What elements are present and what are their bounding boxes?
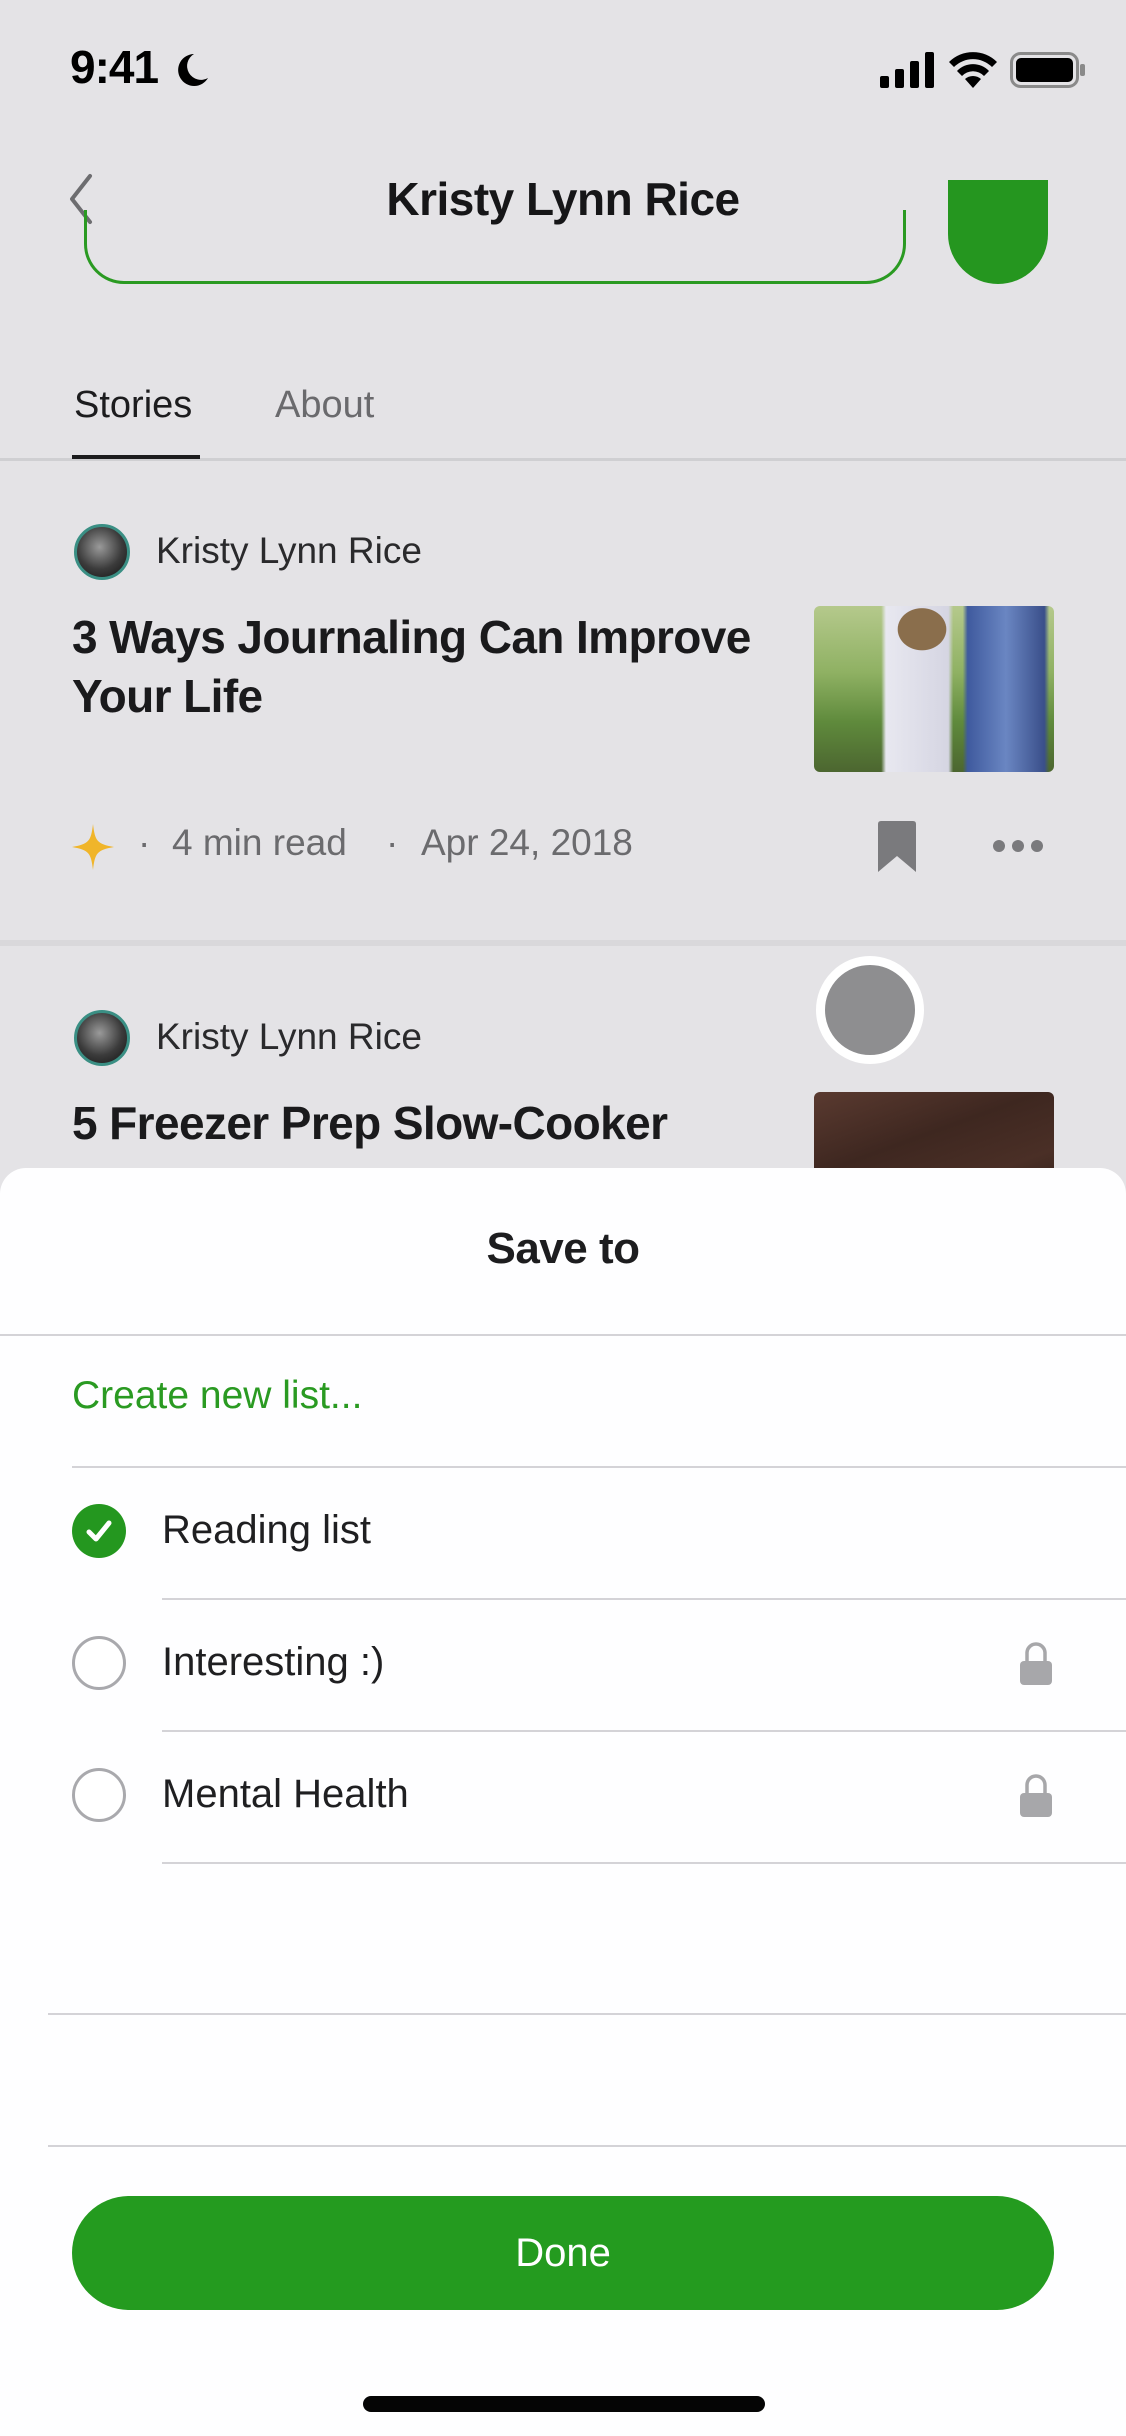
subscribe-button[interactable] — [948, 180, 1048, 284]
author-avatar[interactable] — [74, 524, 130, 580]
story-more-icon[interactable] — [990, 832, 1046, 860]
checkmark-icon — [86, 1520, 112, 1542]
story-divider — [0, 940, 1126, 946]
bookmark-icon[interactable] — [876, 820, 918, 874]
divider — [48, 2145, 1126, 2147]
member-only-star-icon — [72, 824, 114, 870]
touch-indicator — [816, 956, 924, 1064]
list-checkbox-checked[interactable] — [72, 1504, 126, 1558]
active-tab-indicator — [72, 455, 200, 459]
story-title[interactable]: 3 Ways Journaling Can Improve Your Life — [72, 608, 782, 726]
story-date: Apr 24, 2018 — [421, 822, 633, 863]
tab-stories[interactable]: Stories — [74, 384, 192, 427]
follow-button[interactable] — [84, 210, 906, 284]
list-item-label[interactable]: Reading list — [162, 1508, 371, 1553]
done-button[interactable]: Done — [72, 2196, 1054, 2310]
wifi-icon — [949, 52, 997, 88]
divider — [162, 1730, 1126, 1732]
divider — [72, 1466, 1126, 1468]
meta-separator: · — [138, 822, 151, 863]
divider — [0, 1334, 1126, 1336]
story-read-time: 4 min read — [172, 822, 347, 863]
meta-separator: · — [386, 822, 399, 863]
lock-icon — [1020, 1642, 1052, 1685]
divider — [162, 1598, 1126, 1600]
divider — [48, 2013, 1126, 2015]
list-checkbox[interactable] — [72, 1768, 126, 1822]
story-title[interactable]: 5 Freezer Prep Slow-Cooker — [72, 1094, 782, 1153]
battery-icon — [1010, 52, 1085, 88]
tab-about[interactable]: About — [275, 384, 374, 427]
list-item-label[interactable]: Mental Health — [162, 1772, 409, 1817]
sheet-title: Save to — [486, 1224, 640, 1273]
create-new-list-button[interactable]: Create new list... — [72, 1374, 362, 1418]
list-checkbox[interactable] — [72, 1636, 126, 1690]
do-not-disturb-moon-icon — [178, 54, 208, 86]
lock-icon — [1020, 1774, 1052, 1817]
story-author[interactable]: Kristy Lynn Rice — [156, 1016, 422, 1058]
story-author[interactable]: Kristy Lynn Rice — [156, 530, 422, 572]
status-time: 9:41 — [70, 41, 159, 93]
divider — [162, 1862, 1126, 1864]
story-thumbnail[interactable] — [814, 606, 1054, 772]
cellular-signal-icon — [880, 52, 934, 88]
author-avatar[interactable] — [74, 1010, 130, 1066]
home-indicator[interactable] — [363, 2396, 765, 2412]
list-item-label[interactable]: Interesting :) — [162, 1640, 384, 1685]
